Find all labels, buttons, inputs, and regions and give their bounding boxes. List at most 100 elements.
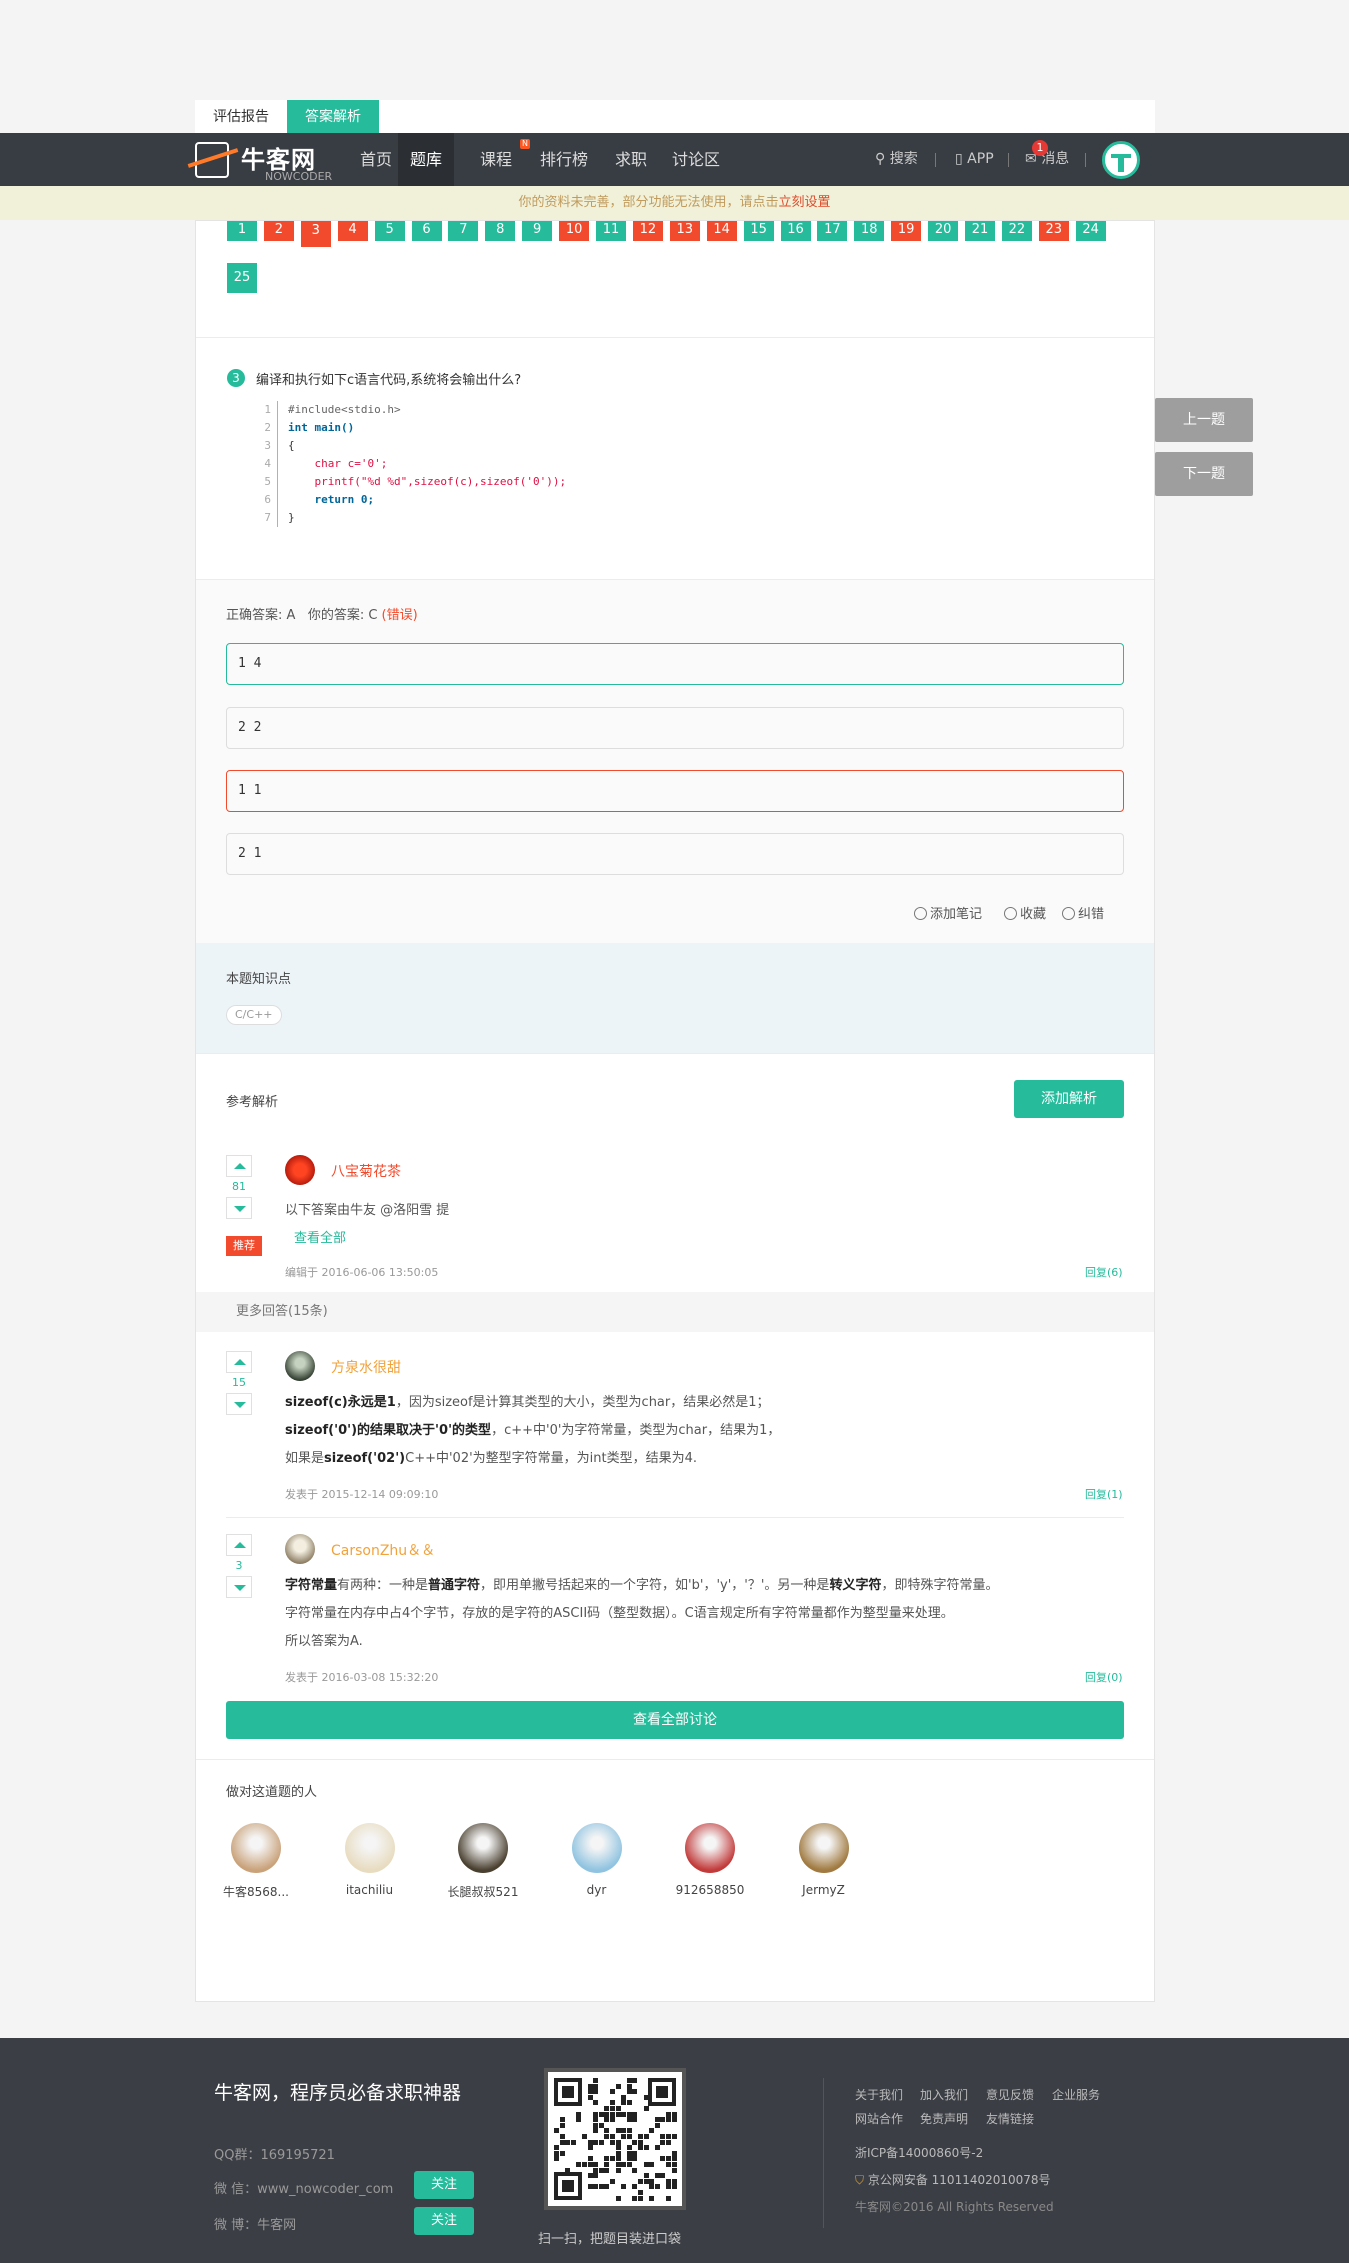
- follow-wechat-button[interactable]: 关注: [414, 2171, 474, 2199]
- question-number-8[interactable]: 8: [485, 221, 516, 241]
- add-analysis-button[interactable]: 添加解析: [1014, 1080, 1124, 1118]
- add-note-button[interactable]: 添加笔记: [914, 903, 982, 922]
- question-number-11[interactable]: 11: [596, 221, 626, 241]
- upvote-button[interactable]: [226, 1155, 252, 1177]
- qr-module: [610, 2089, 615, 2095]
- upvote-button[interactable]: [226, 1534, 252, 1556]
- question-number-2[interactable]: 2: [263, 221, 294, 241]
- downvote-button[interactable]: [226, 1197, 252, 1219]
- follow-weibo-button[interactable]: 关注: [414, 2207, 474, 2235]
- question-number-25[interactable]: 25: [227, 263, 257, 293]
- question-number-20[interactable]: 20: [928, 221, 959, 241]
- correct-person[interactable]: itachiliu: [330, 1823, 410, 1897]
- user-avatar[interactable]: [1102, 141, 1140, 179]
- question-number-17[interactable]: 17: [817, 221, 848, 241]
- person-name: itachiliu: [345, 1883, 394, 1897]
- footer-link[interactable]: 企业服务: [1052, 2086, 1100, 2103]
- qr-module: [604, 2106, 610, 2111]
- nav-link-0[interactable]: 首页: [348, 133, 404, 186]
- question-number-6[interactable]: 6: [411, 221, 442, 241]
- knowledge-tag[interactable]: C/C++: [226, 1005, 282, 1025]
- reply-link[interactable]: 回复(6): [1085, 1264, 1123, 1280]
- nav-link-1[interactable]: 题库: [398, 133, 455, 186]
- downvote-button[interactable]: [226, 1393, 252, 1415]
- view-all-discussion-button[interactable]: 查看全部讨论: [226, 1701, 1124, 1739]
- correct-person[interactable]: JermyZ: [784, 1823, 864, 1897]
- line-number: 5: [256, 473, 278, 491]
- user-name[interactable]: CarsonZhu＆＆: [331, 1540, 435, 1560]
- correct-person[interactable]: 牛客8568...: [216, 1823, 296, 1900]
- question-number-10[interactable]: 10: [559, 221, 590, 241]
- footer-link[interactable]: 意见反馈: [986, 2086, 1034, 2103]
- question-number-19[interactable]: 19: [891, 221, 922, 241]
- correct-person[interactable]: 长腿叔叔521: [443, 1823, 523, 1900]
- question-number-24[interactable]: 24: [1075, 221, 1106, 241]
- footer-link[interactable]: 加入我们: [920, 2086, 968, 2103]
- tab-report[interactable]: 评估报告: [195, 100, 287, 134]
- qr-module: [615, 2111, 621, 2117]
- question-number-22[interactable]: 22: [1001, 221, 1032, 241]
- upvote-button[interactable]: [226, 1351, 252, 1373]
- footer-link[interactable]: 免责声明: [920, 2110, 968, 2127]
- footer-link[interactable]: 网站合作: [855, 2110, 903, 2127]
- question-number-5[interactable]: 5: [374, 221, 405, 241]
- question-number-7[interactable]: 7: [448, 221, 479, 241]
- messages-link[interactable]: ✉ 消息: [1025, 133, 1069, 186]
- reply-link[interactable]: 回复(1): [1085, 1486, 1123, 1502]
- view-all-link[interactable]: 查看全部: [294, 1227, 346, 1246]
- qr-module: [593, 2111, 599, 2117]
- answer-option-3[interactable]: 1 1: [226, 770, 1124, 812]
- search-link[interactable]: ⚲ 搜索: [875, 133, 918, 186]
- nav-link-2[interactable]: 课程: [468, 133, 524, 186]
- correct-person[interactable]: 912658850: [670, 1823, 750, 1897]
- next-question-button[interactable]: 下一题: [1155, 452, 1253, 496]
- police-record[interactable]: ⛉ 京公网安备 11011402010078号: [855, 2171, 1051, 2188]
- answer-line: 字符常量在内存中占4个字节，存放的是字符的ASCII码（整型数据）。C语言规定所…: [285, 1606, 954, 1621]
- question-number-4[interactable]: 4: [337, 221, 368, 241]
- reply-link[interactable]: 回复(0): [1085, 1669, 1123, 1685]
- app-link[interactable]: ▯ APP: [955, 133, 994, 186]
- question-number-14[interactable]: 14: [706, 221, 737, 241]
- code-text: int main(): [288, 421, 355, 434]
- qr-module: [587, 2145, 593, 2151]
- user-avatar[interactable]: [285, 1534, 315, 1564]
- question-number-1[interactable]: 1: [227, 221, 257, 241]
- user-name[interactable]: 八宝菊花茶: [331, 1161, 401, 1181]
- footer-link[interactable]: 友情链接: [986, 2110, 1034, 2127]
- question-number-12[interactable]: 12: [632, 221, 663, 241]
- logo[interactable]: 牛客网 NOWCODER: [195, 138, 345, 183]
- favorite-button[interactable]: 收藏: [1004, 903, 1046, 922]
- footer-link[interactable]: 关于我们: [855, 2086, 903, 2103]
- correct-person[interactable]: dyr: [557, 1823, 637, 1897]
- qr-module: [576, 2117, 582, 2123]
- question-number-15[interactable]: 15: [743, 221, 774, 241]
- question-number-16[interactable]: 16: [780, 221, 811, 241]
- user-name[interactable]: 方泉水很甜: [331, 1357, 401, 1377]
- downvote-button[interactable]: [226, 1576, 252, 1598]
- tab-analysis[interactable]: 答案解析: [287, 100, 379, 134]
- question-number-13[interactable]: 13: [669, 221, 700, 241]
- nav-link-5[interactable]: 讨论区: [660, 133, 732, 186]
- question-number-23[interactable]: 23: [1038, 221, 1069, 241]
- question-number-3[interactable]: 3: [300, 221, 331, 247]
- report-error-button[interactable]: 纠错: [1062, 903, 1104, 922]
- qr-module: [565, 2167, 571, 2173]
- question-number-9[interactable]: 9: [522, 221, 553, 241]
- person-name: 牛客8568...: [223, 1885, 289, 1899]
- user-avatar[interactable]: [285, 1155, 315, 1185]
- qr-module: [587, 2184, 593, 2190]
- user-avatar[interactable]: [285, 1351, 315, 1381]
- qr-caption: 扫一扫，把题目装进口袋: [538, 2232, 682, 2247]
- settings-link[interactable]: 立刻设置: [779, 195, 831, 210]
- answer-option-2[interactable]: 2 2: [226, 707, 1124, 749]
- nav-link-4[interactable]: 求职: [603, 133, 659, 186]
- qr-module: [643, 2106, 649, 2111]
- prev-question-button[interactable]: 上一题: [1155, 398, 1253, 442]
- question-number-21[interactable]: 21: [965, 221, 995, 241]
- icp-record[interactable]: 浙ICP备14000860号-2: [855, 2144, 983, 2161]
- answer-option-1[interactable]: 1 4: [226, 643, 1124, 685]
- answer-option-4[interactable]: 2 1: [226, 833, 1124, 875]
- question-number-18[interactable]: 18: [854, 221, 885, 241]
- nav-link-3[interactable]: 排行榜: [528, 133, 600, 186]
- qr-module: [643, 2173, 649, 2179]
